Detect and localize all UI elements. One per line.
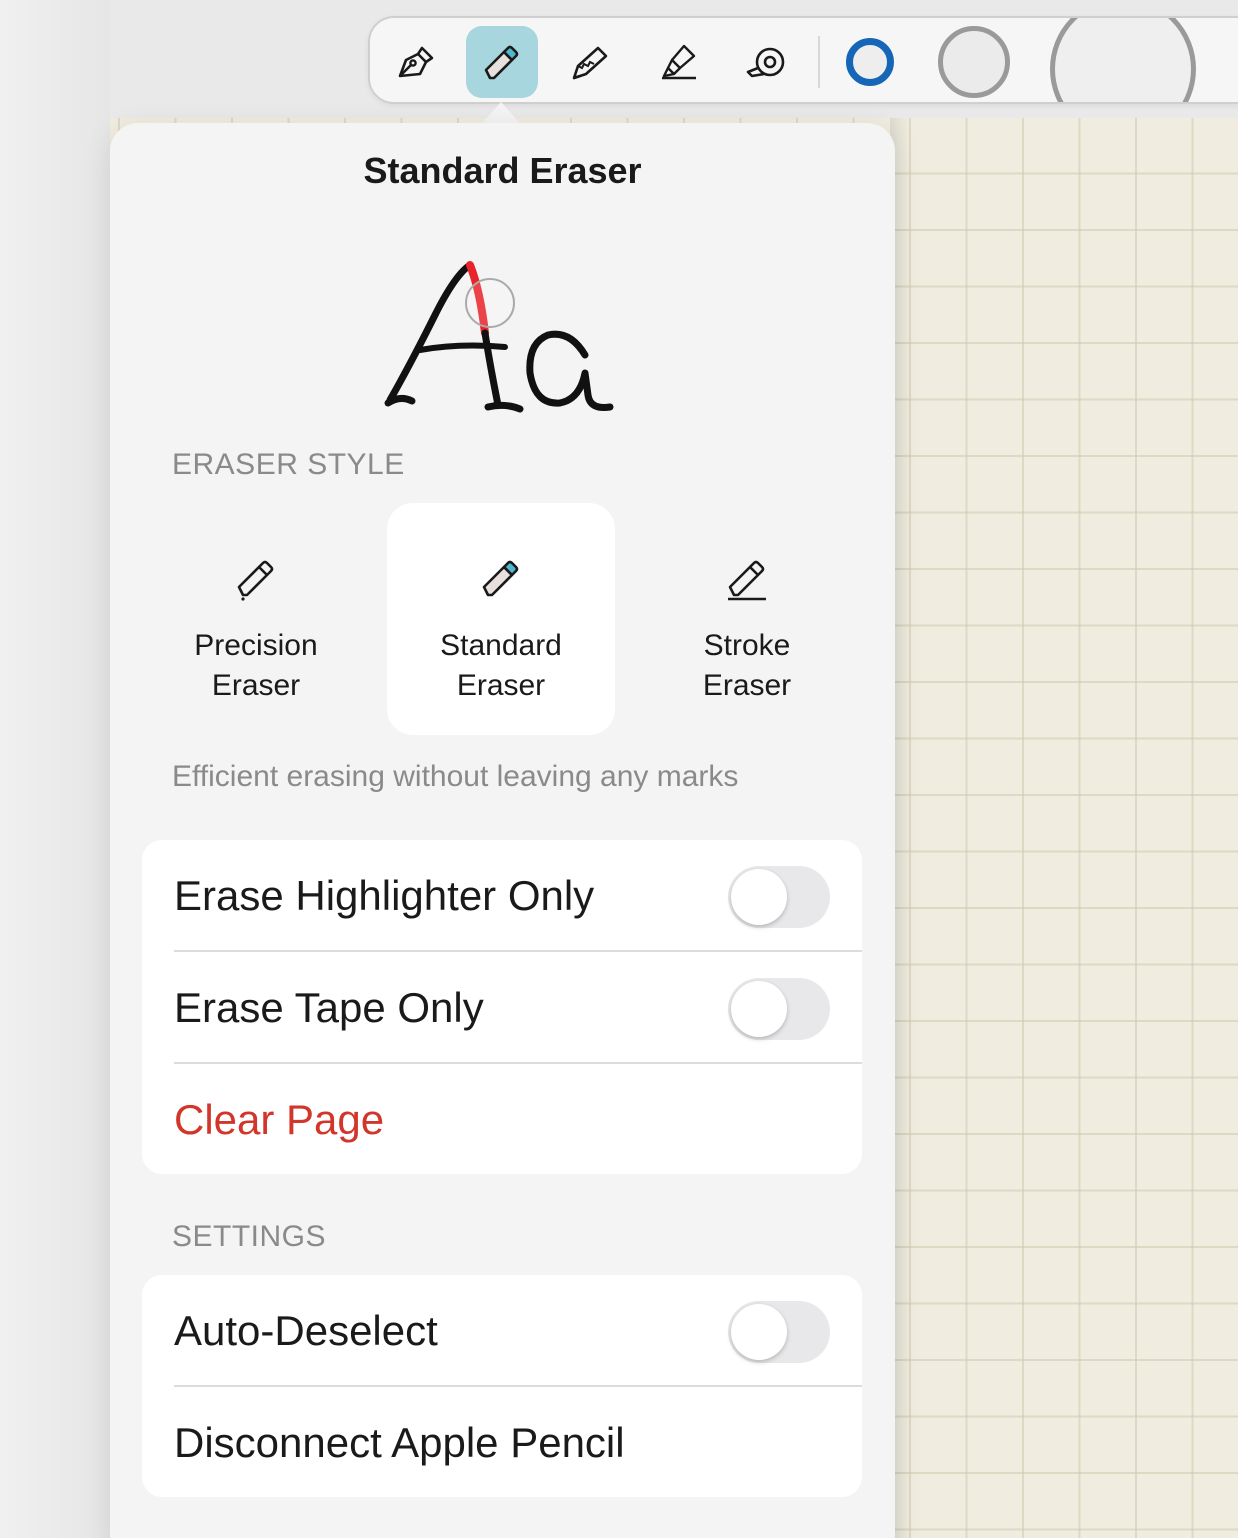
eraser-tool-button[interactable] [466, 26, 538, 98]
fountain-pen-icon [398, 46, 434, 78]
erase-tape-only-toggle[interactable] [728, 978, 830, 1040]
stroke-eraser-option[interactable]: Stroke Eraser [633, 503, 861, 735]
disconnect-apple-pencil-button[interactable]: Disconnect Apple Pencil [174, 1387, 625, 1499]
auto-deselect-row: Auto-Deselect [142, 1275, 862, 1387]
settings-label: SETTINGS [172, 1220, 327, 1253]
tape-icon [746, 47, 785, 78]
precision-eraser-option[interactable]: Precision Eraser [142, 503, 370, 735]
background-left [0, 0, 110, 1538]
eraser-icon [484, 45, 519, 80]
standard-eraser-option[interactable]: Standard Eraser [387, 503, 615, 735]
pen-tool-button[interactable] [378, 26, 450, 98]
auto-deselect-toggle[interactable] [728, 1301, 830, 1363]
highlighter-tool-button[interactable] [642, 26, 714, 98]
precision-eraser-icon [237, 560, 274, 601]
tool-bar [368, 16, 1238, 104]
tape-tool-button[interactable] [730, 26, 802, 98]
size-swatch-medium[interactable] [938, 26, 1010, 98]
clear-page-button[interactable]: Clear Page [174, 1064, 384, 1176]
toolbar-divider [818, 36, 820, 88]
popover-title: Standard Eraser [363, 150, 642, 191]
pencil-icon [572, 46, 608, 80]
toggle-knob [731, 981, 787, 1037]
disconnect-apple-pencil-row[interactable]: Disconnect Apple Pencil [142, 1387, 862, 1499]
settings-group: Auto-Deselect Disconnect Apple Pencil [142, 1275, 862, 1497]
toggle-knob [731, 869, 787, 925]
standard-eraser-label: Standard Eraser [440, 629, 562, 702]
eraser-preview-icon [384, 261, 614, 413]
pencil-tool-button[interactable] [554, 26, 626, 98]
clear-page-row[interactable]: Clear Page [142, 1064, 862, 1176]
erase-highlighter-only-toggle[interactable] [728, 866, 830, 928]
stroke-eraser-icon [728, 560, 766, 601]
highlighter-icon [662, 44, 696, 80]
auto-deselect-label: Auto-Deselect [174, 1307, 438, 1354]
precision-eraser-label: Precision Eraser [194, 629, 318, 702]
stroke-eraser-label: Stroke Eraser [702, 629, 792, 702]
erase-tape-only-label: Erase Tape Only [174, 984, 484, 1031]
eraser-description: Efficient erasing without leaving any ma… [172, 760, 739, 793]
eraser-options-group: Erase Highlighter Only Erase Tape Only C… [142, 840, 862, 1174]
toggle-knob [731, 1304, 787, 1360]
standard-eraser-icon [482, 560, 519, 597]
erase-tape-only-row: Erase Tape Only [142, 952, 862, 1064]
color-swatch-blue[interactable] [846, 38, 894, 86]
erase-highlighter-only-row: Erase Highlighter Only [142, 840, 862, 952]
erase-highlighter-only-label: Erase Highlighter Only [174, 872, 595, 919]
size-swatch-large[interactable] [1050, 18, 1196, 102]
eraser-style-label: ERASER STYLE [172, 448, 405, 481]
